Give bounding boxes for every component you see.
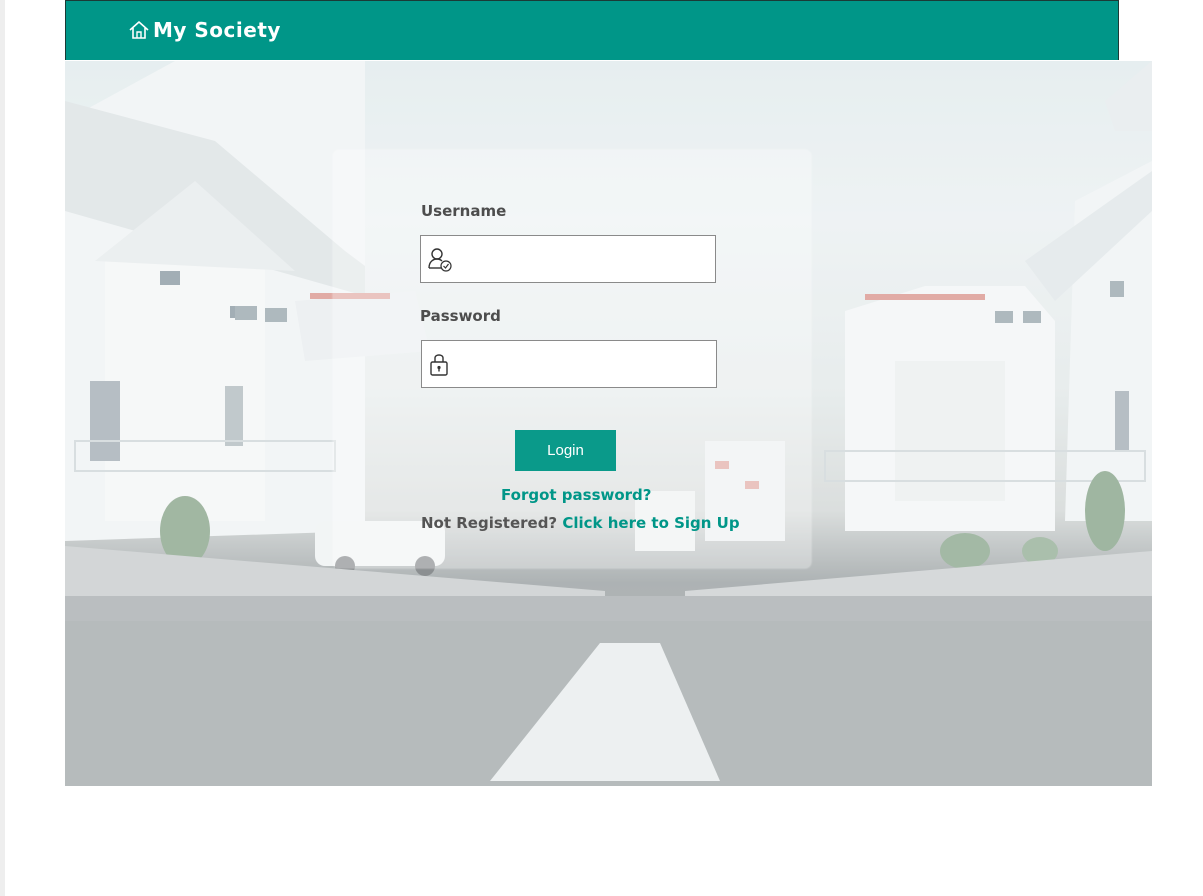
user-check-icon [427,246,453,272]
forgot-password-link[interactable]: Forgot password? [501,486,652,504]
login-button[interactable]: Login [515,430,616,471]
top-navbar: My Society [65,0,1119,60]
page-left-rule [0,0,5,896]
register-prompt: Not Registered? Click here to Sign Up [421,514,740,532]
username-field[interactable] [420,235,716,283]
not-registered-text: Not Registered? [421,514,558,532]
password-label: Password [420,307,501,325]
sign-up-link[interactable]: Click here to Sign Up [562,514,739,532]
home-icon [128,19,150,41]
password-input[interactable] [460,347,712,383]
username-label: Username [421,202,507,220]
lock-icon [428,351,454,377]
brand-title: My Society [153,18,281,42]
password-field[interactable] [421,340,717,388]
brand-link[interactable]: My Society [128,18,281,42]
username-input[interactable] [459,242,711,278]
